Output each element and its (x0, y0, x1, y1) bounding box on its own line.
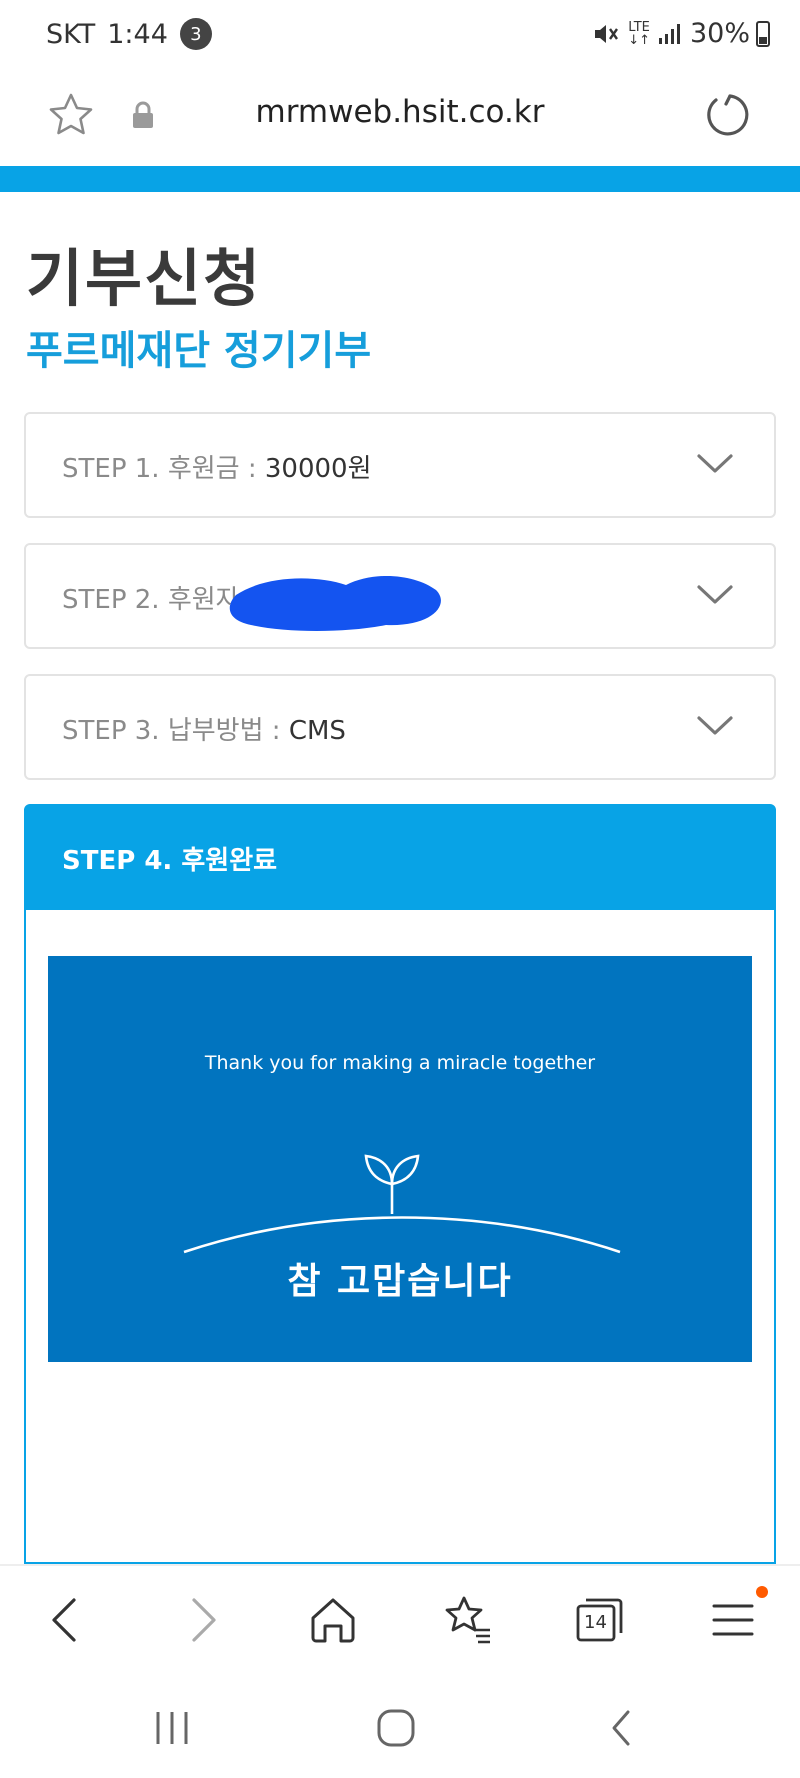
back-icon[interactable] (38, 1592, 94, 1648)
header-accent-bar (0, 166, 800, 192)
home-nav-icon[interactable] (374, 1706, 418, 1750)
system-nav-bar (0, 1674, 800, 1778)
menu-notification-dot (756, 1586, 768, 1598)
bookmarks-icon[interactable] (440, 1592, 496, 1648)
forward-icon[interactable] (174, 1592, 230, 1648)
status-bar: SKT 1:44 3 LTE ↓↑ 30% (0, 0, 800, 74)
step-3-accordion[interactable]: STEP 3. 납부방법 : CMS (24, 674, 776, 780)
sprout-icon (364, 1154, 420, 1214)
step-1-text: STEP 1. 후원금 : 30000원 (62, 448, 372, 485)
signal-icon (658, 23, 680, 44)
clock: 1:44 (107, 18, 168, 50)
thank-you-korean: 참 고맙습니다 (287, 1261, 513, 1302)
step-1-accordion[interactable]: STEP 1. 후원금 : 30000원 (24, 412, 776, 518)
thank-you-english: Thank you for making a miracle together (204, 1052, 596, 1074)
step-2-accordion[interactable]: STEP 2. 후원자 (24, 543, 776, 649)
back-nav-icon[interactable] (600, 1706, 644, 1750)
hill-line-icon (183, 1216, 621, 1254)
step-4-panel: STEP 4. 후원완료 Thank you for making a mira… (24, 804, 776, 1564)
network-type-label: LTE (628, 19, 650, 35)
step-1-value: 30000원 (264, 454, 372, 484)
battery-percent: 30% (689, 18, 750, 49)
thank-you-card: Thank you for making a miracle together … (48, 956, 752, 1362)
step-2-label: STEP 2. 후원자 (62, 585, 240, 615)
home-icon[interactable] (305, 1592, 361, 1648)
step-3-text: STEP 3. 납부방법 : CMS (62, 710, 346, 747)
step-3-value: CMS (288, 716, 346, 746)
step-3-label: STEP 3. 납부방법 : (62, 716, 289, 746)
carrier-label: SKT (46, 18, 96, 50)
network-type: LTE ↓↑ (628, 19, 650, 48)
battery-icon (756, 20, 770, 47)
recent-apps-icon[interactable] (150, 1706, 194, 1750)
reload-icon[interactable] (702, 90, 752, 140)
page-subtitle: 푸르메재단 정기기부 (26, 328, 372, 374)
status-right: LTE ↓↑ 30% (584, 18, 770, 49)
redaction-scribble (229, 575, 441, 631)
url-field[interactable]: mrmweb.hsit.co.kr (0, 94, 800, 130)
tabs-button[interactable]: 14 (572, 1592, 628, 1648)
step-1-label: STEP 1. 후원금 : (62, 454, 265, 484)
notification-count-badge: 3 (179, 18, 212, 50)
step-2-text: STEP 2. 후원자 (62, 579, 240, 616)
step-4-header[interactable]: STEP 4. 후원완료 (26, 806, 774, 910)
mute-icon (595, 24, 619, 43)
menu-icon[interactable] (706, 1592, 762, 1648)
chevron-down-icon (697, 454, 733, 473)
page-title: 기부신청 (26, 242, 263, 315)
chevron-down-icon (697, 585, 733, 604)
status-left: SKT 1:44 3 (46, 18, 212, 50)
chevron-down-icon (697, 716, 733, 735)
browser-toolbar: 14 (0, 1564, 800, 1676)
tab-count: 14 (584, 1612, 607, 1633)
address-bar: mrmweb.hsit.co.kr (0, 74, 800, 164)
